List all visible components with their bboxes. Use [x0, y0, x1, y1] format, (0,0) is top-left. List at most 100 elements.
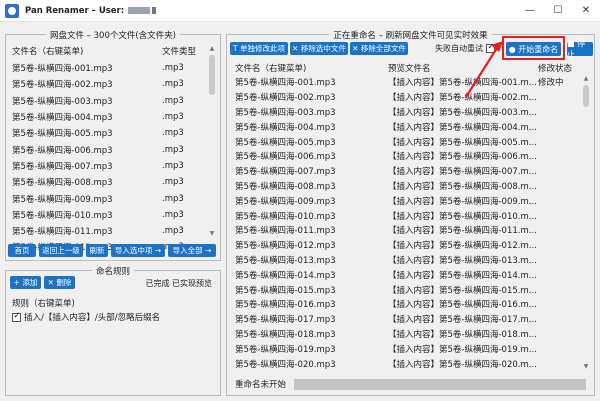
column-filetype[interactable]: 文件类型 — [162, 45, 196, 57]
rename-row[interactable]: 第5卷-纵横四海-016.mp3 【插入内容】第5卷-纵横四海-016.m... — [235, 297, 576, 312]
rename-file-name: 第5卷-纵横四海-012.mp3 — [235, 241, 336, 252]
file-name: 第5卷-纵横四海-005.mp3 — [12, 129, 113, 140]
file-row[interactable]: 第5卷-纵横四海-009.mp3 .mp3 — [12, 190, 202, 206]
rename-row[interactable]: 第5卷-纵横四海-008.mp3 【插入内容】第5卷-纵横四海-008.m... — [235, 179, 576, 194]
rename-row[interactable]: 第5卷-纵横四海-001.mp3 【插入内容】第5卷-纵横四海-001.m... 修… — [235, 75, 576, 90]
home-button[interactable]: 首页 — [8, 244, 36, 257]
rename-row[interactable]: 第5卷-纵横四海-007.mp3 【插入内容】第5卷-纵横四海-007.m... — [235, 164, 576, 179]
file-type: .mp3 — [162, 193, 184, 204]
file-type: .mp3 — [162, 144, 184, 155]
go-up-button[interactable]: 返回上一级 — [39, 244, 83, 257]
redacted-username-tail — [152, 7, 157, 14]
file-row[interactable]: 第5卷-纵横四海-001.mp3 .mp3 — [12, 60, 202, 76]
rule-item[interactable]: 插入/【插入内容】/头部/忽略后缀名 — [12, 311, 160, 323]
rename-preview: 【插入内容】第5卷-纵横四海-009.m... — [388, 196, 537, 207]
import-all-button[interactable]: 导入全部 → — [168, 244, 216, 257]
scroll-thumb[interactable] — [583, 85, 589, 107]
minimize-button[interactable]: — — [516, 0, 544, 22]
delete-rule-button[interactable]: ✕ 删除 — [44, 276, 75, 289]
rename-file-name: 第5卷-纵横四海-002.mp3 — [235, 93, 336, 104]
renaming-list-header: 文件名（右键菜单) 预览文件名 修改状态 — [235, 62, 586, 74]
redacted-username — [128, 7, 151, 14]
rename-row[interactable]: 第5卷-纵横四海-005.mp3 【插入内容】第5卷-纵横四海-005.m... — [235, 134, 576, 149]
rename-row[interactable]: 第5卷-纵横四海-011.mp3 【插入内容】第5卷-纵横四海-011.m... — [235, 223, 576, 238]
rename-row[interactable]: 第5卷-纵横四海-017.mp3 【插入内容】第5卷-纵横四海-017.m... — [235, 312, 576, 327]
rename-row[interactable]: 第5卷-纵横四海-010.mp3 【插入内容】第5卷-纵横四海-010.m... — [235, 208, 576, 223]
auto-retry-option[interactable]: 失败自动重试 — [435, 42, 495, 54]
rename-row[interactable]: 第5卷-纵横四海-004.mp3 【插入内容】第5卷-纵横四海-004.m... — [235, 119, 576, 134]
close-button[interactable]: ✕ — [572, 0, 600, 22]
rule-checkbox[interactable] — [12, 311, 21, 322]
column-filename[interactable]: 文件名（右键菜单) — [12, 45, 162, 57]
file-name: 第5卷-纵横四海-008.mp3 — [12, 178, 113, 189]
naming-rules-panel: 命名规则 + 添加 ✕ 删除 已完成 已实现预览 规则（右键菜单) 插入/【插入… — [5, 267, 221, 396]
remove-selected-button[interactable]: ✕ 移除选中文件 — [290, 41, 348, 55]
rename-row[interactable]: 第5卷-纵横四海-019.mp3 【插入内容】第5卷-纵横四海-019.m... — [235, 341, 576, 356]
rename-preview: 【插入内容】第5卷-纵横四海-016.m... — [388, 300, 537, 311]
rename-file-name: 第5卷-纵横四海-019.mp3 — [235, 344, 336, 355]
rename-preview: 【插入内容】第5卷-纵横四海-008.m... — [388, 181, 537, 192]
stop-button[interactable]: ■ 停止 — [567, 39, 593, 59]
rename-row[interactable]: 第5卷-纵横四海-006.mp3 【插入内容】第5卷-纵横四海-006.m... — [235, 149, 576, 164]
column-preview[interactable]: 预览文件名 — [388, 62, 538, 74]
rename-row[interactable]: 第5卷-纵横四海-002.mp3 【插入内容】第5卷-纵横四海-002.m... — [235, 90, 576, 105]
rename-row[interactable]: 第5卷-纵横四海-009.mp3 【插入内容】第5卷-纵横四海-009.m... — [235, 193, 576, 208]
maximize-button[interactable]: ☐ — [544, 0, 572, 22]
file-name: 第5卷-纵横四海-003.mp3 — [12, 96, 113, 107]
file-row[interactable]: 第5卷-纵横四海-002.mp3 .mp3 — [12, 76, 202, 92]
rename-row[interactable]: 第5卷-纵横四海-020.mp3 【插入内容】第5卷-纵横四海-020.m... — [235, 356, 576, 371]
window-title: Pan Renamer – User: — [25, 5, 125, 16]
start-rename-button[interactable]: ● 开始重命名 — [506, 42, 561, 56]
rename-row[interactable]: 第5卷-纵横四海-003.mp3 【插入内容】第5卷-纵横四海-003.m... — [235, 105, 576, 120]
file-row[interactable]: 第5卷-纵横四海-011.mp3 .mp3 — [12, 223, 202, 239]
import-selected-button[interactable]: 导入选中项 → — [111, 244, 165, 257]
auto-retry-label: 失败自动重试 — [435, 43, 483, 53]
file-name: 第5卷-纵横四海-011.mp3 — [12, 227, 113, 238]
column-filename[interactable]: 文件名（右键菜单) — [235, 62, 388, 74]
add-rule-button[interactable]: + 添加 — [10, 276, 41, 289]
rename-file-name: 第5卷-纵横四海-008.mp3 — [235, 181, 336, 192]
column-status[interactable]: 修改状态 — [538, 62, 572, 74]
scroll-down-icon[interactable]: ▼ — [582, 363, 590, 371]
renaming-scrollbar[interactable]: ▲ ▼ — [582, 75, 590, 371]
rename-row[interactable]: 第5卷-纵横四海-012.mp3 【插入内容】第5卷-纵横四海-012.m... — [235, 238, 576, 253]
remove-all-button[interactable]: ✕ 移除全部文件 — [350, 41, 408, 55]
scroll-up-icon[interactable]: ▲ — [208, 45, 216, 53]
file-row[interactable]: 第5卷-纵横四海-008.mp3 .mp3 — [12, 174, 202, 190]
rename-preview: 【插入内容】第5卷-纵横四海-005.m... — [388, 137, 537, 148]
auto-retry-checkbox[interactable] — [486, 42, 495, 53]
scroll-up-icon[interactable]: ▲ — [582, 75, 590, 83]
file-row[interactable]: 第5卷-纵横四海-005.mp3 .mp3 — [12, 125, 202, 141]
file-type: .mp3 — [162, 128, 184, 139]
cloud-files-scrollbar[interactable]: ▲ ▼ — [208, 45, 216, 238]
scroll-down-icon[interactable]: ▼ — [208, 230, 216, 238]
rename-preview: 【插入内容】第5卷-纵横四海-014.m... — [388, 270, 537, 281]
edit-single-button[interactable]: T 单独修改此项 — [230, 41, 288, 55]
scroll-thumb[interactable] — [209, 55, 215, 95]
rename-file-name: 第5卷-纵横四海-013.mp3 — [235, 255, 336, 266]
file-type: .mp3 — [162, 226, 184, 237]
rename-preview: 【插入内容】第5卷-纵横四海-012.m... — [388, 241, 537, 252]
rename-row[interactable]: 第5卷-纵横四海-015.mp3 【插入内容】第5卷-纵横四海-015.m... — [235, 282, 576, 297]
file-row[interactable]: 第5卷-纵横四海-007.mp3 .mp3 — [12, 158, 202, 174]
file-row[interactable]: 第5卷-纵横四海-003.mp3 .mp3 — [12, 93, 202, 109]
file-row[interactable]: 第5卷-纵横四海-010.mp3 .mp3 — [12, 207, 202, 223]
rules-list-header: 规则（右键菜单) — [12, 299, 75, 309]
file-row[interactable]: 第5卷-纵横四海-004.mp3 .mp3 — [12, 109, 202, 125]
file-name: 第5卷-纵横四海-004.mp3 — [12, 113, 113, 124]
rename-status-text: 重命名未开始 — [235, 380, 287, 390]
file-row[interactable]: 第5卷-纵横四海-006.mp3 .mp3 — [12, 141, 202, 157]
rename-row[interactable]: 第5卷-纵横四海-018.mp3 【插入内容】第5卷-纵横四海-018.m... — [235, 327, 576, 342]
rename-preview: 【插入内容】第5卷-纵横四海-002.m... — [388, 93, 537, 104]
file-type: .mp3 — [162, 160, 184, 171]
rename-row[interactable]: 第5卷-纵横四海-013.mp3 【插入内容】第5卷-纵横四海-013.m... — [235, 253, 576, 268]
rename-preview: 【插入内容】第5卷-纵横四海-011.m... — [388, 226, 537, 237]
rename-file-name: 第5卷-纵横四海-006.mp3 — [235, 152, 336, 163]
rename-preview: 【插入内容】第5卷-纵横四海-007.m... — [388, 167, 537, 178]
rename-preview: 【插入内容】第5卷-纵横四海-010.m... — [388, 211, 537, 222]
rename-progress-bar — [294, 378, 586, 390]
rename-row[interactable]: 第5卷-纵横四海-014.mp3 【插入内容】第5卷-纵横四海-014.m... — [235, 267, 576, 282]
refresh-button[interactable]: 刷新 — [86, 244, 108, 257]
rename-status: 修改中 — [538, 78, 564, 89]
rename-preview: 【插入内容】第5卷-纵横四海-015.m... — [388, 285, 537, 296]
